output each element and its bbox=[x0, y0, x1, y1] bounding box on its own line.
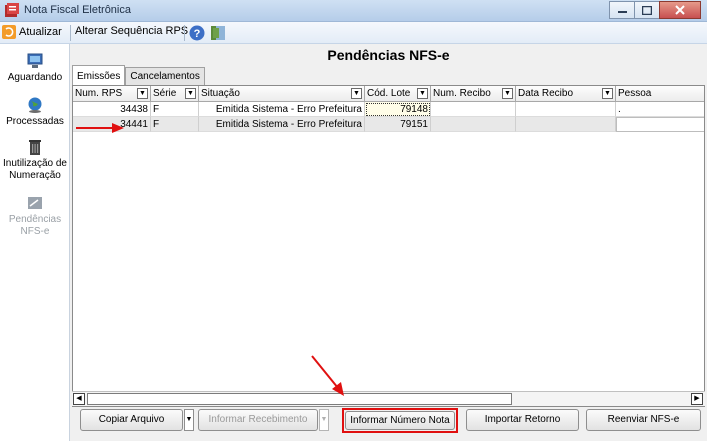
cell-situacao[interactable]: Emitida Sistema - Erro Prefeitura bbox=[199, 117, 365, 132]
column-label: Num. Recibo bbox=[433, 88, 491, 99]
scroll-right-icon[interactable]: ▶ bbox=[691, 393, 703, 405]
cell-data-recibo[interactable] bbox=[516, 117, 616, 132]
cell-num-recibo[interactable] bbox=[431, 117, 516, 132]
exit-icon bbox=[211, 26, 225, 40]
sidebar-item-aguardando[interactable]: Aguardando bbox=[0, 52, 70, 84]
column-header[interactable]: Cód. Lote ▼ bbox=[365, 86, 431, 102]
scroll-thumb[interactable] bbox=[87, 393, 512, 405]
column-label: Cód. Lote bbox=[367, 88, 411, 99]
minimize-icon bbox=[617, 11, 627, 13]
chevron-down-icon[interactable]: ▼ bbox=[185, 88, 196, 99]
inform-note-number-button[interactable]: Informar Número Nota bbox=[345, 411, 455, 430]
toolbar-separator bbox=[70, 25, 71, 41]
alter-sequence-button[interactable]: Alterar Sequência RPS bbox=[75, 25, 188, 37]
title-bar: Nota Fiscal Eletrônica bbox=[0, 0, 707, 22]
inform-receipt-dropdown[interactable]: ▼ bbox=[319, 409, 329, 431]
sidebar-item-inutilizacao[interactable]: Inutilização de Numeração bbox=[0, 138, 70, 182]
sidebar-item-label: Processadas bbox=[6, 116, 64, 127]
window-title: Nota Fiscal Eletrônica bbox=[24, 4, 131, 16]
column-header[interactable]: Série ▼ bbox=[151, 86, 199, 102]
cell-serie[interactable]: F bbox=[151, 102, 199, 117]
grid-header: Num. RPS ▼ Série ▼ Situação ▼ Cód. Lote … bbox=[73, 86, 704, 102]
inform-receipt-button[interactable]: Informar Recebimento bbox=[198, 409, 318, 431]
sidebar-item-pendencias[interactable]: Pendências NFS-e bbox=[0, 194, 70, 238]
column-label: Situação bbox=[201, 88, 240, 99]
table-row[interactable]: 34438 F Emitida Sistema - Erro Prefeitur… bbox=[73, 102, 704, 117]
column-label: Data Recibo bbox=[518, 88, 574, 99]
sidebar-item-processadas[interactable]: Processadas bbox=[0, 96, 70, 128]
column-label: Série bbox=[153, 88, 177, 99]
column-label: Num. RPS bbox=[75, 88, 123, 99]
column-header[interactable]: Data Recibo ▼ bbox=[516, 86, 616, 102]
column-label: Pessoa bbox=[618, 88, 652, 99]
help-button[interactable]: ? bbox=[189, 25, 205, 41]
close-button[interactable] bbox=[659, 1, 701, 19]
exit-button[interactable] bbox=[210, 25, 226, 41]
tab-bar: Emissões Cancelamentos bbox=[72, 65, 205, 85]
toolbar: Atualizar Alterar Sequência RPS ? bbox=[0, 22, 707, 44]
column-header[interactable]: Num. RPS ▼ bbox=[73, 86, 151, 102]
sidebar-item-label: Inutilização de Numeração bbox=[3, 158, 67, 181]
refresh-label: Atualizar bbox=[19, 26, 62, 38]
cell-cod-lote[interactable]: 79148 bbox=[365, 102, 431, 117]
monitor-icon bbox=[27, 53, 43, 68]
cell-data-recibo[interactable] bbox=[516, 102, 616, 117]
column-header[interactable]: Pessoa bbox=[616, 86, 704, 102]
tab-cancelamentos[interactable]: Cancelamentos bbox=[125, 67, 205, 85]
refresh-button[interactable]: Atualizar bbox=[2, 25, 62, 39]
cell-serie[interactable]: F bbox=[151, 117, 199, 132]
sidebar-item-label: Aguardando bbox=[7, 72, 63, 83]
main-panel: Pendências NFS-e Emissões Cancelamentos … bbox=[70, 44, 707, 441]
sidebar: Aguardando Processadas Inutilização de N… bbox=[0, 44, 70, 441]
cell-num-rps[interactable]: 34441 bbox=[73, 117, 151, 132]
help-icon: ? bbox=[189, 25, 205, 41]
resend-nfse-button[interactable]: Reenviar NFS-e bbox=[586, 409, 701, 431]
app-icon bbox=[5, 3, 19, 17]
window-controls bbox=[609, 1, 701, 19]
chevron-down-icon[interactable]: ▼ bbox=[417, 88, 428, 99]
document-icon bbox=[28, 197, 42, 209]
globe-icon bbox=[28, 97, 42, 113]
chevron-down-icon: ▼ bbox=[185, 416, 193, 423]
cell-pessoa[interactable]: . bbox=[616, 102, 704, 117]
scroll-left-icon[interactable]: ◀ bbox=[73, 393, 85, 405]
cell-situacao[interactable]: Emitida Sistema - Erro Prefeitura bbox=[199, 102, 365, 117]
import-return-button[interactable]: Importar Retorno bbox=[466, 409, 579, 431]
copy-file-dropdown[interactable]: ▼ bbox=[184, 409, 194, 431]
chevron-down-icon: ▼ bbox=[320, 416, 328, 423]
copy-file-button[interactable]: Copiar Arquivo bbox=[80, 409, 183, 431]
sidebar-item-label: Pendências NFS-e bbox=[8, 214, 62, 237]
cell-pessoa[interactable] bbox=[616, 117, 704, 132]
toolbar-separator bbox=[184, 25, 185, 41]
minimize-button[interactable] bbox=[609, 1, 635, 19]
cell-cod-lote[interactable]: 79151 bbox=[365, 117, 431, 132]
data-grid: Num. RPS ▼ Série ▼ Situação ▼ Cód. Lote … bbox=[72, 85, 705, 407]
chevron-down-icon[interactable]: ▼ bbox=[602, 88, 613, 99]
chevron-down-icon[interactable]: ▼ bbox=[137, 88, 148, 99]
cell-num-recibo[interactable] bbox=[431, 102, 516, 117]
trash-icon bbox=[29, 140, 41, 155]
chevron-down-icon[interactable]: ▼ bbox=[351, 88, 362, 99]
cell-num-rps[interactable]: 34438 bbox=[73, 102, 151, 117]
maximize-button[interactable] bbox=[634, 1, 660, 19]
page-title: Pendências NFS-e bbox=[327, 47, 450, 63]
maximize-icon bbox=[642, 5, 652, 15]
app-window: Nota Fiscal Eletrônica Atualizar Alterar… bbox=[0, 0, 707, 441]
column-header[interactable]: Num. Recibo ▼ bbox=[431, 86, 516, 102]
table-row[interactable]: 34441 F Emitida Sistema - Erro Prefeitur… bbox=[73, 117, 704, 132]
horizontal-scrollbar[interactable]: ◀ ▶ bbox=[72, 391, 705, 406]
refresh-icon bbox=[2, 25, 16, 39]
column-header[interactable]: Situação ▼ bbox=[199, 86, 365, 102]
alter-sequence-label: Alterar Sequência RPS bbox=[75, 25, 189, 37]
chevron-down-icon[interactable]: ▼ bbox=[502, 88, 513, 99]
svg-text:?: ? bbox=[194, 28, 201, 40]
tab-emissoes[interactable]: Emissões bbox=[72, 65, 126, 85]
close-icon bbox=[675, 5, 685, 15]
